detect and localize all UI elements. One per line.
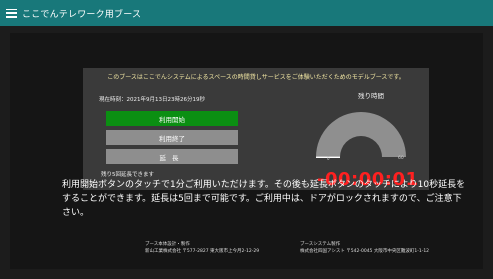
start-button[interactable]: 利用開始 — [106, 111, 238, 126]
app-title: ここでんテレワーク用ブース — [22, 9, 142, 20]
gauge-min-label: 0 — [327, 156, 330, 161]
current-time: 現在時刻：2021年9月13日23時26分19秒 — [99, 97, 205, 103]
booth-notice: このブースはここでんシステムによるスペースの時間貸しサービスをご体験いただくため… — [107, 74, 405, 81]
footer-manufacturer-company: 新山工業株式会社 〒577-2827 東大阪市上今月2-12-29 — [145, 248, 260, 254]
footer-system-company: 株式会社四国アシスト 〒542-0045 大阪市中央区難波町1-1-12 — [300, 248, 430, 254]
gauge-track — [316, 112, 406, 157]
gauge-max-label: 60 — [398, 156, 404, 161]
hamburger-menu-icon[interactable] — [6, 8, 17, 18]
booth-panel: このブースはここでんシステムによるスペースの時間貸しサービスをご体験いただくため… — [10, 33, 483, 269]
footer-system-developer: ブースシステム製作 株式会社四国アシスト 〒542-0045 大阪市中央区難波町… — [300, 242, 429, 255]
title-bar: ここでんテレワーク用ブース — [0, 0, 493, 26]
extend-button[interactable]: 延長 — [106, 149, 238, 164]
usage-instructions: 利用開始ボタンのタッチで1分ご利用いただけます。その後も延長ボタンのタッチにより… — [62, 180, 466, 218]
extension-remaining-text: 残り5回延長できます — [101, 172, 154, 178]
end-button[interactable]: 利用終了 — [106, 130, 238, 145]
control-panel: このブースはここでんシステムによるスペースの時間貸しサービスをご体験いただくため… — [83, 68, 429, 190]
remaining-time-label: 残り時間 — [358, 92, 384, 100]
footer-manufacturer: ブース本体設計・製作 新山工業株式会社 〒577-2827 東大阪市上今月2-1… — [145, 242, 259, 255]
